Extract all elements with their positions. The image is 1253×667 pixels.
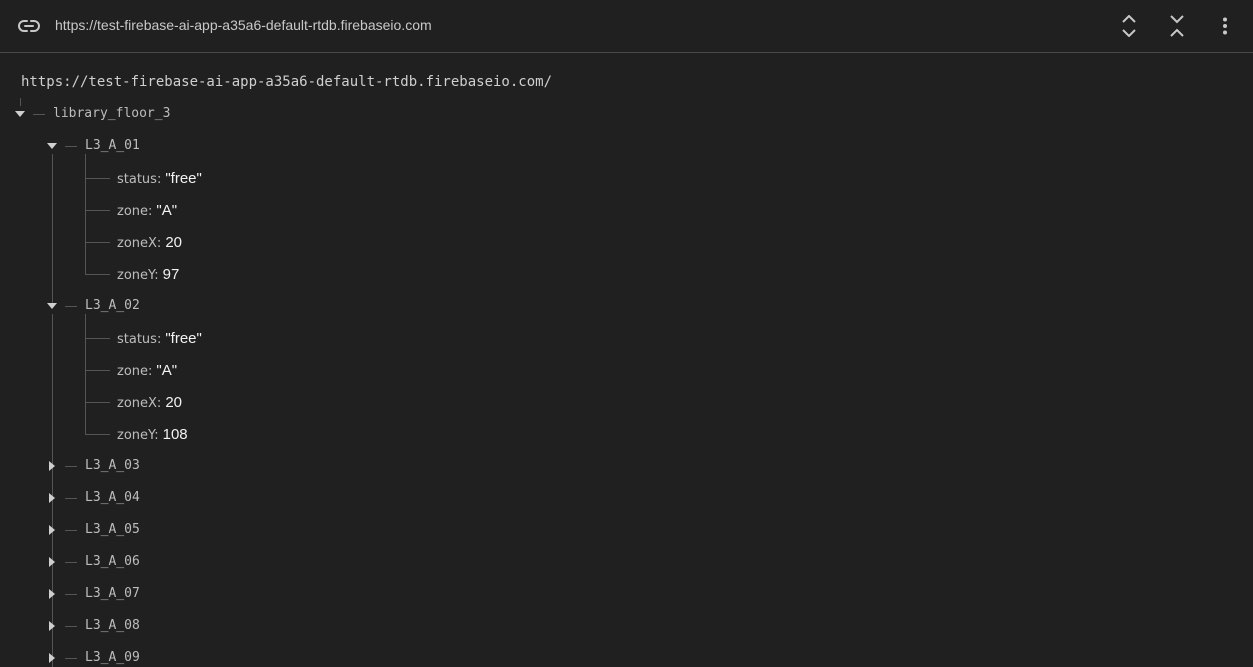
node-key[interactable]: L3_A_08: [85, 618, 140, 633]
tree-leaf[interactable]: zone: "A": [0, 354, 1253, 386]
caret-down-icon[interactable]: [13, 107, 27, 121]
leaf-value[interactable]: "free": [165, 170, 202, 187]
tree-leaf[interactable]: zoneY: 108: [0, 418, 1253, 450]
expand-all-button[interactable]: [1116, 13, 1142, 39]
tree-connector: [86, 242, 110, 243]
tree-connector: [65, 594, 77, 595]
caret-right-icon[interactable]: [45, 651, 59, 665]
tree-leaf[interactable]: zone: "A": [0, 194, 1253, 226]
tree-connector: [86, 402, 110, 403]
tree-node[interactable]: L3_A_02: [0, 290, 1253, 322]
tree-connector: [65, 562, 77, 563]
tree-node[interactable]: L3_A_01: [0, 130, 1253, 162]
separator: :: [148, 204, 153, 219]
toolbar: https://test-firebase-ai-app-a35a6-defau…: [0, 0, 1253, 53]
link-icon: [18, 16, 40, 36]
tree-connector: [86, 210, 110, 211]
tree-leaf[interactable]: status: "free": [0, 162, 1253, 194]
caret-down-icon[interactable]: [45, 139, 59, 153]
leaf-key[interactable]: zoneX: [117, 396, 157, 411]
separator: :: [156, 236, 162, 251]
leaf-value[interactable]: "A": [156, 362, 177, 379]
tree-connector: [65, 306, 77, 307]
caret-down-icon[interactable]: [45, 299, 59, 313]
tree-connector: [86, 370, 110, 371]
tree-connector: [86, 274, 110, 275]
collapse-all-icon: [1169, 15, 1185, 37]
node-key[interactable]: L3_A_01: [85, 138, 140, 153]
leaf-value[interactable]: "free": [165, 330, 202, 347]
more-options-button[interactable]: [1212, 13, 1238, 39]
leaf-key[interactable]: zone: [117, 204, 148, 219]
leaf-key[interactable]: status: [117, 172, 157, 187]
tree-node-collapsed[interactable]: L3_A_09: [0, 642, 1253, 667]
tree-node-collapsed[interactable]: L3_A_07: [0, 578, 1253, 610]
caret-right-icon[interactable]: [45, 523, 59, 537]
leaf-key[interactable]: zoneY: [117, 268, 154, 283]
tree-connector: [86, 178, 110, 179]
leaf-value[interactable]: 20: [165, 234, 182, 251]
tree-leaf[interactable]: zoneX: 20: [0, 386, 1253, 418]
tree-leaf[interactable]: zoneY: 97: [0, 258, 1253, 290]
more-vert-icon: [1222, 17, 1228, 35]
separator: :: [156, 396, 162, 411]
leaf-key[interactable]: status: [117, 332, 157, 347]
expand-all-icon: [1121, 15, 1137, 37]
separator: :: [154, 428, 159, 443]
collapse-all-button[interactable]: [1164, 13, 1190, 39]
tree-node-collapsed[interactable]: L3_A_08: [0, 610, 1253, 642]
tree-connector: [65, 146, 77, 147]
caret-right-icon[interactable]: [45, 491, 59, 505]
tree-connector: [33, 114, 45, 115]
caret-right-icon[interactable]: [45, 459, 59, 473]
tree-node-collapsed[interactable]: L3_A_04: [0, 482, 1253, 514]
tree-leaf[interactable]: zoneX: 20: [0, 226, 1253, 258]
node-key[interactable]: L3_A_03: [85, 458, 140, 473]
leaf-key[interactable]: zoneX: [117, 236, 157, 251]
caret-right-icon[interactable]: [45, 587, 59, 601]
tree-node-root[interactable]: library_floor_3: [0, 98, 1253, 130]
node-key[interactable]: library_floor_3: [53, 106, 170, 121]
caret-right-icon[interactable]: [45, 555, 59, 569]
leaf-value[interactable]: 20: [165, 394, 182, 411]
tree-node-collapsed[interactable]: L3_A_05: [0, 514, 1253, 546]
tree-connector: [86, 434, 110, 435]
tree-connector: [65, 530, 77, 531]
leaf-value[interactable]: 97: [163, 266, 180, 283]
node-key[interactable]: L3_A_05: [85, 522, 140, 537]
tree-connector: [65, 626, 77, 627]
separator: :: [156, 332, 162, 347]
leaf-key[interactable]: zone: [117, 364, 148, 379]
node-key[interactable]: L3_A_07: [85, 586, 140, 601]
node-key[interactable]: L3_A_09: [85, 650, 140, 665]
leaf-key[interactable]: zoneY: [117, 428, 154, 443]
tree-node-collapsed[interactable]: L3_A_03: [0, 450, 1253, 482]
separator: :: [154, 268, 159, 283]
tree-connector: [65, 498, 77, 499]
node-key[interactable]: L3_A_04: [85, 490, 140, 505]
root-url[interactable]: https://test-firebase-ai-app-a35a6-defau…: [21, 74, 552, 90]
caret-right-icon[interactable]: [45, 619, 59, 633]
node-key[interactable]: L3_A_02: [85, 298, 140, 313]
tree-connector: [65, 466, 77, 467]
tree-connector: [65, 658, 77, 659]
leaf-value[interactable]: "A": [156, 202, 177, 219]
tree-node-collapsed[interactable]: L3_A_06: [0, 546, 1253, 578]
data-tree: library_floor_3 L3_A_01 status: "free" zo…: [0, 98, 1253, 667]
separator: :: [156, 172, 162, 187]
tree-leaf[interactable]: status: "free": [0, 322, 1253, 354]
node-key[interactable]: L3_A_06: [85, 554, 140, 569]
database-url[interactable]: https://test-firebase-ai-app-a35a6-defau…: [55, 17, 432, 33]
separator: :: [148, 364, 153, 379]
tree-connector: [86, 338, 110, 339]
leaf-value[interactable]: 108: [163, 426, 188, 443]
